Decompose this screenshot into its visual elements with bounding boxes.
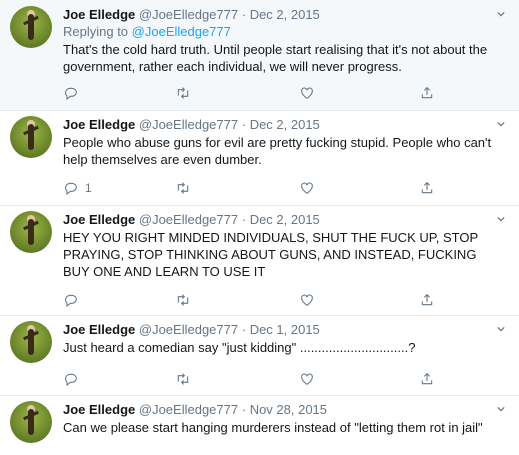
like-button[interactable] (299, 291, 315, 309)
tweet-text: HEY YOU RIGHT MINDED INDIVIDUALS, SHUT T… (63, 230, 478, 279)
tweet-date[interactable]: Dec 1, 2015 (250, 322, 320, 337)
tweet-date[interactable]: Nov 28, 2015 (250, 402, 327, 417)
tweet-header: Joe Elledge @JoeElledge777 · Dec 2, 2015 (63, 211, 499, 228)
tweet-header: Joe Elledge @JoeElledge777 · Nov 28, 201… (63, 401, 499, 418)
share-button[interactable] (419, 291, 435, 309)
tweet-header: Joe Elledge @JoeElledge777 · Dec 1, 2015 (63, 321, 499, 338)
author-name[interactable]: Joe Elledge (63, 402, 135, 417)
share-button[interactable] (419, 179, 435, 197)
tweet-date[interactable]: Dec 2, 2015 (250, 212, 320, 227)
share-icon (421, 181, 433, 194)
author-handle[interactable]: @JoeElledge777 (139, 7, 238, 22)
retweet-button[interactable] (175, 370, 191, 388)
separator: · (241, 7, 247, 22)
tweet-actions (63, 370, 463, 388)
tweet[interactable]: Joe Elledge @JoeElledge777 · Dec 2, 2015… (0, 110, 519, 205)
tweet-body: Joe Elledge @JoeElledge777 · Dec 2, 2015… (63, 116, 499, 168)
retweet-icon (177, 294, 189, 306)
chevron-down-icon[interactable] (497, 325, 505, 333)
mention-link[interactable]: @JoeElledge777 (132, 24, 231, 39)
avatar[interactable] (10, 401, 52, 443)
avatar[interactable] (10, 321, 52, 363)
reply-icon (65, 373, 77, 387)
chevron-down-icon[interactable] (497, 120, 505, 128)
share-button[interactable] (419, 84, 435, 102)
share-button[interactable] (419, 370, 435, 388)
author-handle[interactable]: @JoeElledge777 (139, 117, 238, 132)
author-handle[interactable]: @JoeElledge777 (139, 402, 238, 417)
like-button[interactable] (299, 84, 315, 102)
tweet-actions: 1 (63, 179, 463, 197)
like-button[interactable] (299, 179, 315, 197)
tweet-date[interactable]: Dec 2, 2015 (250, 117, 320, 132)
reply-button[interactable] (63, 84, 85, 102)
tweet[interactable]: Joe Elledge @JoeElledge777 · Nov 28, 201… (0, 395, 519, 455)
avatar[interactable] (10, 211, 52, 253)
reply-button[interactable]: 1 (63, 179, 92, 197)
author-name[interactable]: Joe Elledge (63, 212, 135, 227)
replying-to-label: Replying to (63, 24, 132, 39)
tweet-feed: Joe Elledge @JoeElledge777 · Dec 2, 2015… (0, 0, 519, 444)
chevron-down-icon[interactable] (497, 10, 505, 18)
retweet-button[interactable] (175, 291, 191, 309)
reply-icon (65, 294, 77, 308)
tweet-actions (63, 84, 463, 102)
tweet-date[interactable]: Dec 2, 2015 (250, 7, 320, 22)
avatar[interactable] (10, 6, 52, 48)
separator: · (241, 212, 247, 227)
retweet-icon (177, 373, 189, 385)
tweet-text: That's the cold hard truth. Until people… (63, 42, 488, 74)
reply-button[interactable] (63, 291, 85, 309)
tweet-body: Joe Elledge @JoeElledge777 · Dec 1, 2015… (63, 321, 499, 356)
share-icon (421, 293, 433, 306)
separator: · (241, 322, 247, 337)
tweet-body: Joe Elledge @JoeElledge777 · Dec 2, 2015… (63, 6, 499, 75)
tweet-body: Joe Elledge @JoeElledge777 · Nov 28, 201… (63, 401, 499, 436)
reply-button[interactable] (63, 370, 85, 388)
chevron-down-icon[interactable] (497, 405, 505, 413)
author-name[interactable]: Joe Elledge (63, 322, 135, 337)
share-icon (421, 372, 433, 385)
tweet-text: Just heard a comedian say "just kidding"… (63, 340, 416, 355)
replying-to: Replying to @JoeElledge777 (63, 23, 499, 40)
separator: · (241, 402, 247, 417)
tweet-actions (63, 291, 463, 309)
like-button[interactable] (299, 370, 315, 388)
chevron-down-icon[interactable] (497, 215, 505, 223)
separator: · (241, 117, 247, 132)
like-icon (301, 87, 313, 99)
avatar[interactable] (10, 116, 52, 158)
author-name[interactable]: Joe Elledge (63, 117, 135, 132)
retweet-button[interactable] (175, 179, 191, 197)
tweet-header: Joe Elledge @JoeElledge777 · Dec 2, 2015 (63, 116, 499, 133)
retweet-icon (177, 182, 189, 194)
reply-icon (65, 87, 77, 101)
like-icon (301, 182, 313, 194)
like-icon (301, 294, 313, 306)
tweet[interactable]: Joe Elledge @JoeElledge777 · Dec 1, 2015… (0, 315, 519, 395)
reply-icon (65, 182, 77, 196)
tweet-body: Joe Elledge @JoeElledge777 · Dec 2, 2015… (63, 211, 499, 280)
tweet-text: Can we please start hanging murderers in… (63, 420, 483, 435)
tweet-header: Joe Elledge @JoeElledge777 · Dec 2, 2015 (63, 6, 499, 23)
author-name[interactable]: Joe Elledge (63, 7, 135, 22)
author-handle[interactable]: @JoeElledge777 (139, 212, 238, 227)
retweet-button[interactable] (175, 84, 191, 102)
reply-count: 1 (85, 181, 92, 195)
retweet-icon (177, 87, 189, 99)
tweet-text: People who abuse guns for evil are prett… (63, 135, 492, 167)
tweet[interactable]: Joe Elledge @JoeElledge777 · Dec 2, 2015… (0, 0, 519, 110)
author-handle[interactable]: @JoeElledge777 (139, 322, 238, 337)
like-icon (301, 373, 313, 385)
tweet[interactable]: Joe Elledge @JoeElledge777 · Dec 2, 2015… (0, 205, 519, 315)
share-icon (421, 86, 433, 99)
